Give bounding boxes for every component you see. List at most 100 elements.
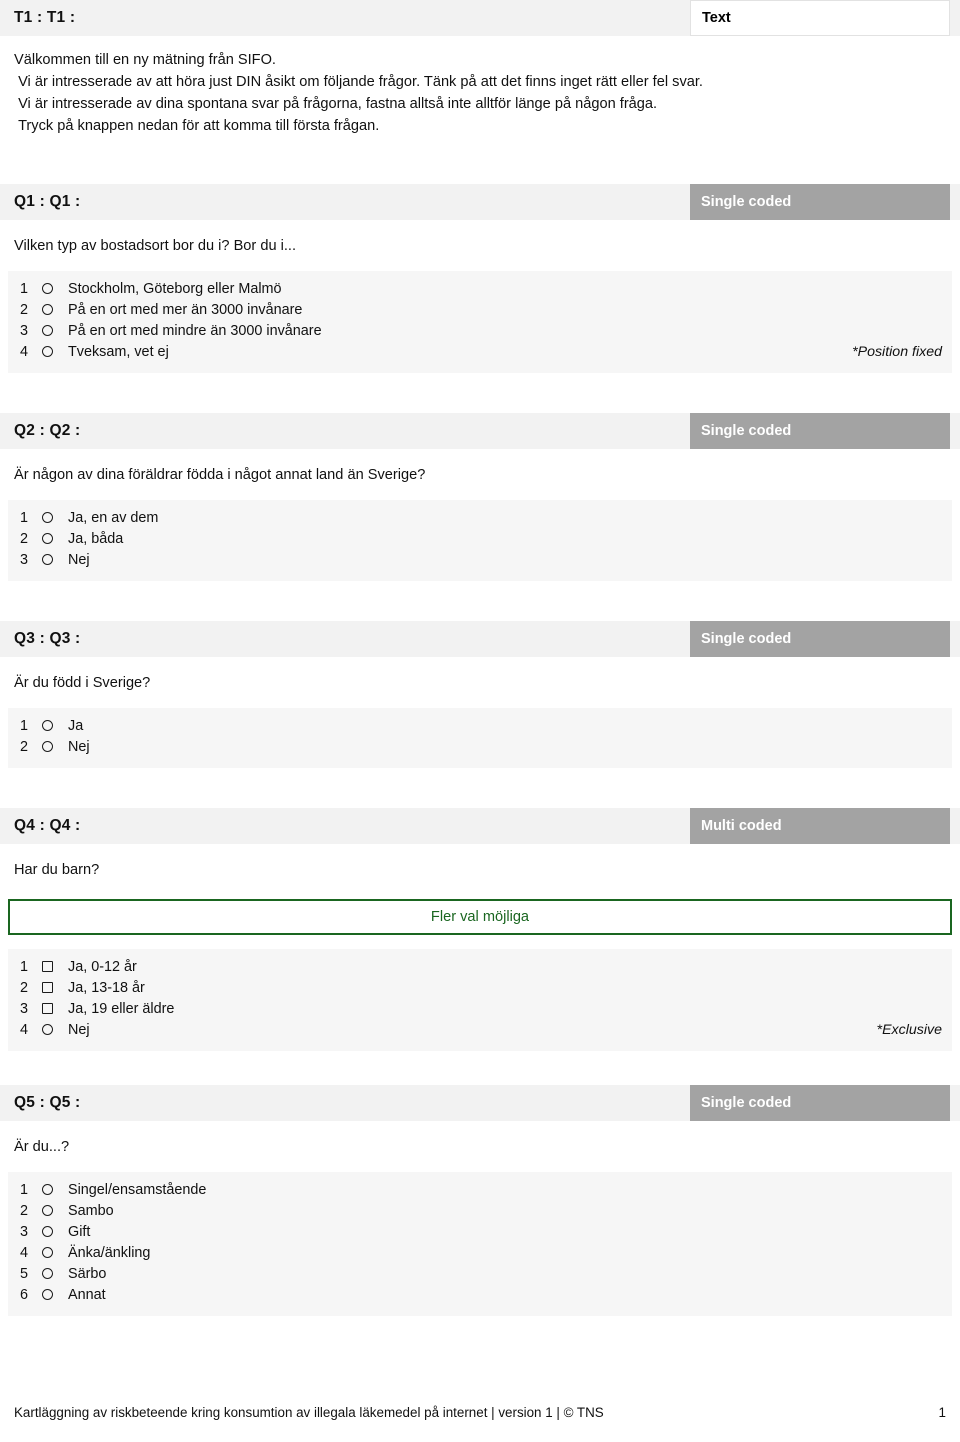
option-row[interactable]: 3 På en ort med mindre än 3000 invånare — [14, 321, 946, 342]
option-label: Ja, en av dem — [68, 509, 159, 526]
section-header-t1: T1 : T1 : Text — [0, 0, 960, 36]
section-header-q1: Q1 : Q1 : Single coded — [0, 183, 960, 220]
radio-icon[interactable] — [42, 1247, 68, 1259]
section-header-q5: Q5 : Q5 : Single coded — [0, 1085, 960, 1122]
option-label: Singel/ensamstående — [68, 1182, 207, 1199]
option-number: 3 — [20, 551, 29, 568]
option-label: Gift — [68, 1224, 91, 1241]
radio-icon[interactable] — [42, 1024, 68, 1036]
footer-document-title: Kartläggning av riskbeteende kring konsu… — [14, 1405, 604, 1420]
option-label: Sambo — [68, 1203, 114, 1220]
radio-icon[interactable] — [42, 1226, 68, 1238]
section-header-q3: Q3 : Q3 : Single coded — [0, 620, 960, 657]
option-number: 1 — [20, 718, 29, 735]
intro-text-block: Välkommen till en ny mätning från SIFO. … — [14, 36, 946, 144]
option-row[interactable]: 1 Stockholm, Göteborg eller Malmö — [14, 279, 946, 300]
question-text-q5: Är du...? — [14, 1139, 70, 1156]
checkbox-icon[interactable] — [42, 982, 68, 994]
option-number: 1 — [20, 959, 29, 976]
option-annotation: *Position fixed — [852, 343, 942, 360]
option-label: På en ort med mindre än 3000 invånare — [68, 322, 322, 339]
questionnaire-page: T1 : T1 : Text Välkommen till en ny mätn… — [0, 0, 960, 1442]
option-number: 4 — [20, 343, 29, 360]
section-title-q3: Q3 : Q3 : — [14, 629, 81, 647]
section-type-badge-q5: Single coded — [690, 1085, 950, 1122]
section-title-q5: Q5 : Q5 : — [14, 1094, 81, 1112]
option-number: 2 — [20, 530, 29, 547]
option-number: 3 — [20, 1224, 29, 1241]
option-number: 2 — [20, 301, 29, 318]
intro-line-2: Vi är intresserade av att höra just DIN … — [14, 73, 703, 90]
radio-icon[interactable] — [42, 282, 68, 294]
option-row[interactable]: 6 Annat — [14, 1285, 946, 1306]
question-text-q1: Vilken typ av bostadsort bor du i? Bor d… — [14, 237, 297, 254]
option-number: 4 — [20, 1245, 29, 1262]
option-row[interactable]: 2 Nej — [14, 737, 946, 758]
option-row[interactable]: 2 På en ort med mer än 3000 invånare — [14, 300, 946, 321]
option-row[interactable]: 4 Tveksam, vet ej *Position fixed — [14, 342, 946, 363]
option-row[interactable]: 2 Sambo — [14, 1201, 946, 1222]
option-row[interactable]: 2 Ja, båda — [14, 529, 946, 550]
option-row[interactable]: 3 Ja, 19 eller äldre — [14, 999, 946, 1020]
option-annotation: *Exclusive — [876, 1022, 942, 1039]
radio-icon[interactable] — [42, 553, 68, 565]
option-row[interactable]: 3 Nej — [14, 550, 946, 571]
radio-icon[interactable] — [42, 1205, 68, 1217]
radio-icon[interactable] — [42, 1289, 68, 1301]
page-footer: Kartläggning av riskbeteende kring konsu… — [14, 1405, 946, 1420]
option-label: Ja, båda — [68, 530, 124, 547]
section-type-badge-q1: Single coded — [690, 183, 950, 220]
option-row[interactable]: 3 Gift — [14, 1222, 946, 1243]
radio-icon[interactable] — [42, 720, 68, 732]
option-label: Nej — [68, 551, 90, 568]
option-row[interactable]: 4 Nej *Exclusive — [14, 1020, 946, 1041]
radio-icon[interactable] — [42, 303, 68, 315]
footer-page-number: 1 — [938, 1405, 946, 1420]
radio-icon[interactable] — [42, 1184, 68, 1196]
option-label: Ja, 13-18 år — [68, 980, 145, 997]
option-row[interactable]: 5 Särbo — [14, 1264, 946, 1285]
option-row[interactable]: 1 Ja — [14, 716, 946, 737]
option-row[interactable]: 2 Ja, 13-18 år — [14, 978, 946, 999]
radio-icon[interactable] — [42, 741, 68, 753]
option-label: Särbo — [68, 1266, 107, 1283]
checkbox-icon[interactable] — [42, 1003, 68, 1015]
option-number: 1 — [20, 280, 29, 297]
checkbox-icon[interactable] — [42, 961, 68, 973]
section-type-badge-t1: Text — [690, 0, 950, 36]
section-title-t1: T1 : T1 : — [14, 9, 76, 26]
option-label: Änka/änkling — [68, 1245, 151, 1262]
options-list-q2: 1 Ja, en av dem 2 Ja, båda 3 Nej — [8, 499, 952, 581]
option-row[interactable]: 1 Ja, 0-12 år — [14, 957, 946, 978]
radio-icon[interactable] — [42, 511, 68, 523]
radio-icon[interactable] — [42, 324, 68, 336]
radio-icon[interactable] — [42, 1268, 68, 1280]
option-label: På en ort med mer än 3000 invånare — [68, 301, 303, 318]
options-list-q5: 1 Singel/ensamstående 2 Sambo 3 Gift 4 Ä… — [8, 1172, 952, 1317]
option-row[interactable]: 1 Ja, en av dem — [14, 508, 946, 529]
option-number: 6 — [20, 1287, 29, 1304]
section-title-q1: Q1 : Q1 : — [14, 192, 81, 210]
option-number: 2 — [20, 1203, 29, 1220]
option-label: Annat — [68, 1287, 106, 1304]
section-header-q2: Q2 : Q2 : Single coded — [0, 412, 960, 449]
option-label: Stockholm, Göteborg eller Malmö — [68, 280, 282, 297]
option-number: 2 — [20, 980, 29, 997]
question-text-q4: Har du barn? — [14, 862, 100, 879]
option-number: 4 — [20, 1022, 29, 1039]
intro-line-4: Tryck på knappen nedan för att komma til… — [14, 117, 380, 134]
radio-icon[interactable] — [42, 345, 68, 357]
option-number: 5 — [20, 1266, 29, 1283]
section-type-badge-q2: Single coded — [690, 412, 950, 449]
question-text-q2: Är någon av dina föräldrar födda i något… — [14, 466, 426, 483]
multi-choice-hint-label: Fler val möjliga — [430, 909, 530, 926]
radio-icon[interactable] — [42, 532, 68, 544]
options-list-q4: 1 Ja, 0-12 år 2 Ja, 13-18 år 3 Ja, 19 el… — [8, 949, 952, 1052]
option-row[interactable]: 4 Änka/änkling — [14, 1243, 946, 1264]
section-type-badge-q3: Single coded — [690, 620, 950, 657]
option-row[interactable]: 1 Singel/ensamstående — [14, 1180, 946, 1201]
